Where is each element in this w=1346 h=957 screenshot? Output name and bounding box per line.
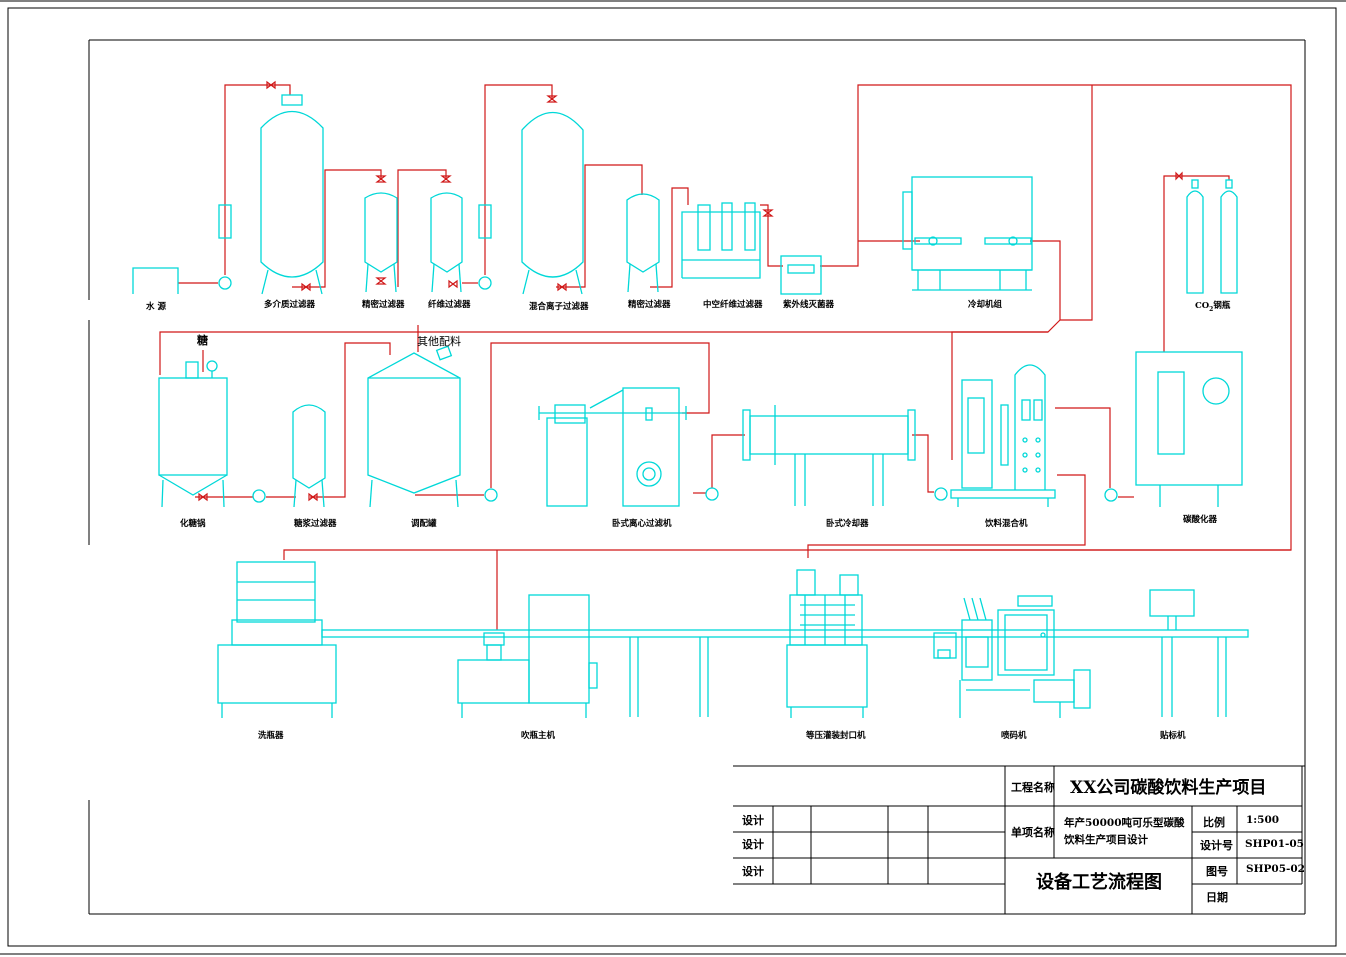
label-chiller: 冷却机组 (968, 299, 1003, 310)
valves-and-pumps (198, 80, 1183, 503)
co2-cylinders-equipment (1186, 179, 1238, 294)
fiber-filter-equipment (430, 192, 463, 293)
label-mixed-ion-filter: 混合离子过滤器 (529, 301, 589, 312)
label-carbonator: 碳酸化器 (1183, 514, 1218, 525)
mixed-ion-filter-equipment (521, 111, 584, 295)
uv-sterilizer-equipment (780, 255, 822, 295)
label-labeler: 贴标机 (1160, 730, 1186, 741)
label-coder: 喷码机 (1001, 730, 1027, 741)
designer-label-2: 设计 (742, 837, 764, 851)
drawing-no-label: 图号 (1206, 865, 1228, 878)
multi-media-filter-equipment (260, 94, 324, 295)
designer-label-3: 设计 (742, 864, 764, 878)
horizontal-cooler-equipment (742, 405, 916, 506)
blending-tank-equipment (367, 345, 461, 508)
label-blow-molder: 吹瓶主机 (521, 730, 556, 741)
title-block: 工程名称 XX公司碳酸饮料生产项目 单项名称 年产50000吨可乐型碳酸 饮料生… (733, 765, 1305, 914)
label-hollow-fiber-filter: 中空纤维过滤器 (703, 299, 763, 310)
label-other-ingredients: 其他配料 (417, 334, 461, 348)
precision-filter-1-equipment (364, 192, 398, 293)
labeler-equipment (1149, 589, 1195, 717)
project-name: XX公司碳酸饮料生产项目 (1070, 777, 1266, 798)
label-fiber-filter: 纤维过滤器 (428, 299, 471, 310)
label-precision-filter-1: 精密过滤器 (362, 299, 405, 310)
precision-filter-2-equipment (626, 193, 660, 293)
conveyor-line (321, 629, 1249, 717)
label-bottle-washer: 洗瓶器 (258, 730, 284, 741)
label-sugar-input: 糖 (197, 333, 208, 347)
label-water-source: 水 源 (145, 301, 166, 312)
design-no-label: 设计号 (1200, 838, 1233, 852)
date-label: 日期 (1206, 890, 1228, 904)
water-source-equipment (132, 267, 179, 294)
carbonator-equipment (1135, 351, 1243, 507)
filler-capper-equipment (786, 569, 868, 718)
drawing-title: 设备工艺流程图 (1036, 871, 1162, 893)
centrifugal-filter-equipment (538, 387, 687, 507)
process-flow-drawing: 水 源 多介质过滤器 精密过滤器 纤维过滤器 混合离子过滤器 精密过滤器 中空纤… (0, 0, 1346, 955)
coder-equipment (933, 595, 1091, 718)
designer-label-1: 设计 (742, 813, 764, 827)
label-syrup-filter: 糖浆过滤器 (294, 518, 337, 529)
beverage-mixer-equipment (950, 364, 1056, 507)
hollow-fiber-filter-equipment (681, 202, 761, 279)
sub-project-line2: 饮料生产项目设计 (1063, 833, 1148, 846)
label-centrifugal-filter: 卧式离心过滤机 (612, 518, 672, 529)
scale-label: 比例 (1203, 815, 1225, 829)
label-precision-filter-2: 精密过滤器 (628, 299, 671, 310)
pipelines (159, 84, 1292, 630)
label-filler-capper: 等压灌装封口机 (805, 730, 866, 741)
design-no-value: SHP01-05 (1245, 838, 1304, 850)
label-uv-sterilizer: 紫外线灭菌器 (783, 299, 835, 310)
label-horizontal-cooler: 卧式冷却器 (826, 518, 869, 529)
label-multi-media-filter: 多介质过滤器 (264, 299, 316, 310)
bottle-washer-equipment (217, 561, 337, 718)
scale-value: 1:500 (1246, 814, 1279, 826)
label-co2-cylinder: CO2钢瓶 (1195, 300, 1231, 313)
label-beverage-mixer: 饮料混合机 (984, 518, 1028, 529)
blow-molder-equipment (457, 594, 598, 718)
syrup-filter-equipment (292, 404, 326, 508)
label-blending-tank: 调配罐 (411, 518, 437, 529)
sub-project-line1: 年产50000吨可乐型碳酸 (1064, 816, 1185, 829)
drawing-frame (0, 0, 1346, 955)
equipment-labels: 水 源 多介质过滤器 精密过滤器 纤维过滤器 混合离子过滤器 精密过滤器 中空纤… (145, 299, 1231, 741)
chiller-equipment (902, 176, 1033, 291)
sub-project-label: 单项名称 (1011, 825, 1055, 839)
label-sugar-tank: 化糖锅 (180, 518, 206, 529)
drawing-no-value: SHP05-02 (1246, 863, 1305, 875)
project-name-label: 工程名称 (1011, 780, 1055, 794)
sugar-tank-equipment (158, 360, 228, 508)
